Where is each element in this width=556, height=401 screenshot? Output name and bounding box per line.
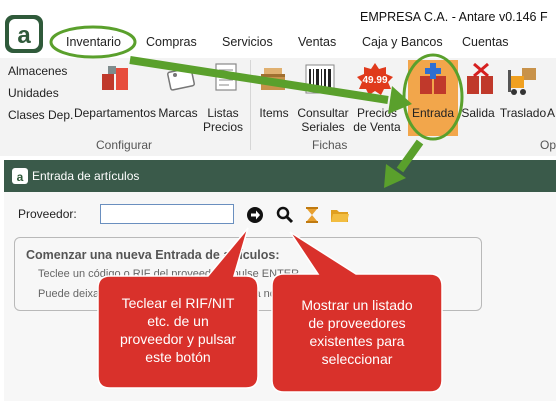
callout-left-text: Teclear el RIF/NIT etc. de un proveedor … [120,295,236,365]
callout-right-text: Mostrar un listado de proveedores existe… [301,297,413,367]
